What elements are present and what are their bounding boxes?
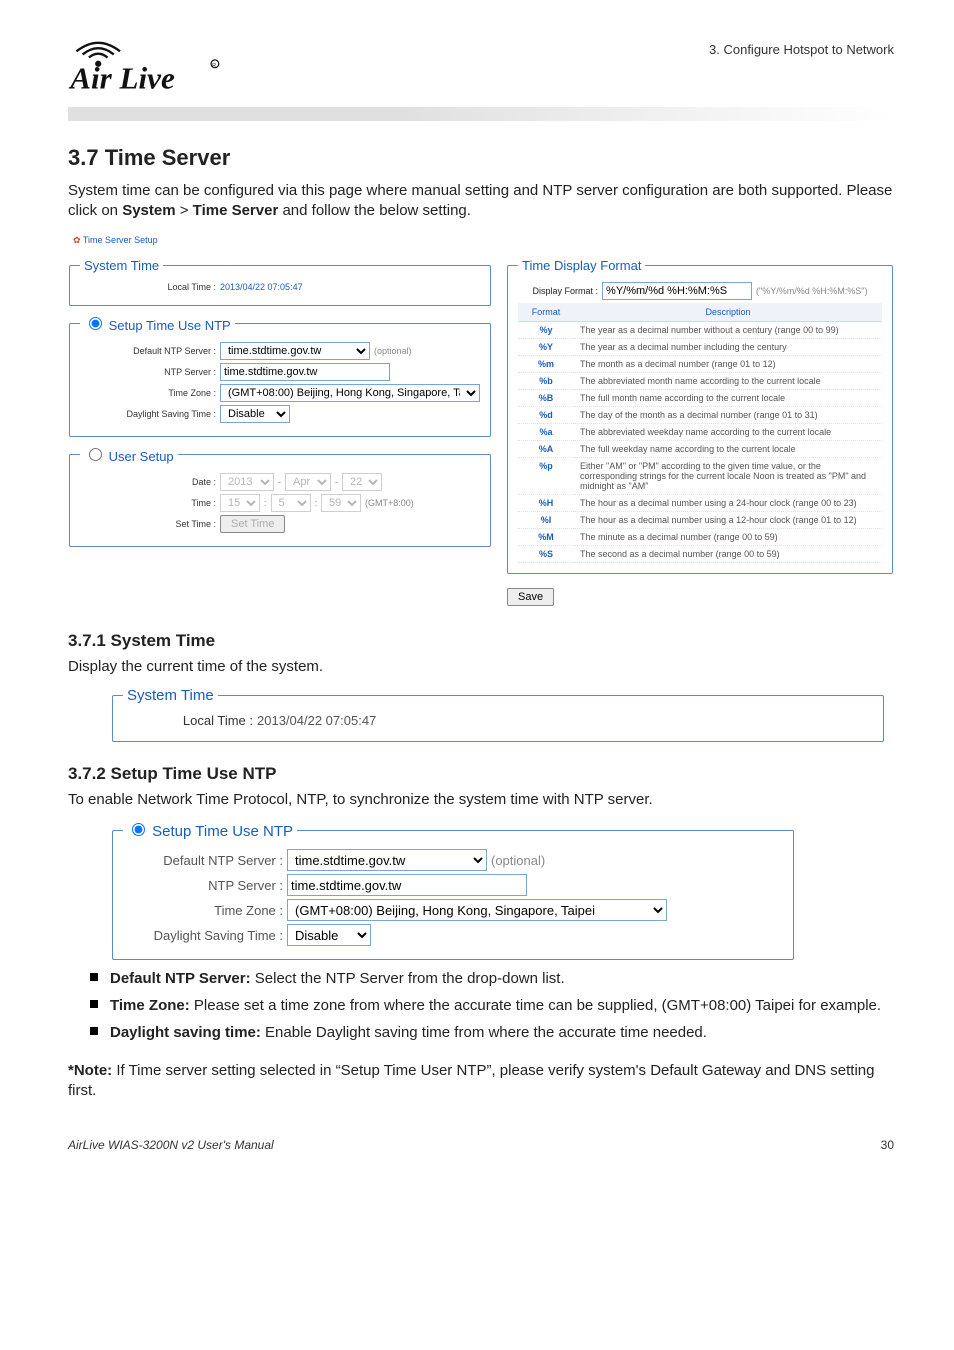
format-table: Format Description %yThe year as a decim… [518, 303, 882, 563]
time-ss[interactable]: 59 [321, 494, 361, 512]
table-row: %mThe month as a decimal number (range 0… [518, 355, 882, 372]
set-time-button[interactable]: Set Time [220, 515, 285, 533]
sub371-title: 3.7.1 System Time [68, 631, 894, 651]
s371-fieldset: System Time Local Time : 2013/04/22 07:0… [112, 687, 884, 742]
footer-left: AirLive WIAS-3200N v2 User's Manual [68, 1138, 274, 1152]
page-number: 30 [881, 1138, 894, 1152]
table-row: %YThe year as a decimal number including… [518, 338, 882, 355]
radio-user[interactable] [89, 448, 102, 461]
table-row: %HThe hour as a decimal number using a 2… [518, 494, 882, 511]
date-year[interactable]: 2013 [220, 473, 274, 491]
chapter-breadcrumb: 3. Configure Hotspot to Network [709, 20, 894, 57]
table-row: %SThe second as a decimal number (range … [518, 545, 882, 562]
table-row: %MThe minute as a decimal number (range … [518, 528, 882, 545]
s372-timezone[interactable]: (GMT+08:00) Beijing, Hong Kong, Singapor… [287, 899, 667, 921]
table-row: %dThe day of the month as a decimal numb… [518, 406, 882, 423]
time-mm[interactable]: 5 [271, 494, 311, 512]
date-month[interactable]: Apr [285, 473, 331, 491]
ntp-server-input[interactable] [220, 363, 390, 381]
s372-default-ntp[interactable]: time.stdtime.gov.tw [287, 849, 487, 871]
section-intro: System time can be configured via this p… [68, 181, 894, 222]
svg-text:R: R [212, 63, 216, 69]
fig-setup-ntp: Setup Time Use NTP Default NTP Server : … [69, 314, 491, 437]
s372-fieldset: Setup Time Use NTP Default NTP Server : … [112, 820, 794, 960]
crumb-icon: ✿ [73, 235, 81, 245]
table-row: %AThe full weekday name according to the… [518, 440, 882, 457]
s372-radio-ntp[interactable] [132, 823, 145, 836]
save-button[interactable]: Save [507, 588, 554, 606]
s372-ntp-input[interactable] [287, 874, 527, 896]
svg-text:Air Live: Air Live [68, 61, 175, 96]
timezone-select[interactable]: (GMT+08:00) Beijing, Hong Kong, Singapor… [220, 384, 480, 402]
fig-system-time: System Time Local Time : 2013/04/22 07:0… [69, 258, 491, 306]
table-row: %aThe abbreviated weekday name according… [518, 423, 882, 440]
date-day[interactable]: 22 [342, 473, 382, 491]
sub371-intro: Display the current time of the system. [68, 657, 894, 677]
fig-user-setup: User Setup Date : 2013- Apr- 22 Time : 1… [69, 445, 491, 547]
crumb-link[interactable]: Time Server Setup [83, 235, 158, 245]
fig-display-format: Time Display Format Display Format : ("%… [507, 258, 893, 574]
default-ntp-select[interactable]: time.stdtime.gov.tw [220, 342, 370, 360]
section-title: 3.7 Time Server [68, 145, 894, 171]
radio-ntp[interactable] [89, 317, 102, 330]
bullet-list: Default NTP Server: Select the NTP Serve… [90, 968, 894, 1043]
table-row: %IThe hour as a decimal number using a 1… [518, 511, 882, 528]
table-row: %bThe abbreviated month name according t… [518, 372, 882, 389]
table-row: %pEither "AM" or "PM" according to the g… [518, 457, 882, 494]
sub372-title: 3.7.2 Setup Time Use NTP [68, 764, 894, 784]
s372-dst[interactable]: Disable [287, 924, 371, 946]
sub372-intro: To enable Network Time Protocol, NTP, to… [68, 790, 894, 810]
dst-select[interactable]: Disable [220, 405, 290, 423]
display-format-input[interactable] [602, 282, 752, 300]
airlive-logo: Air Live R [68, 20, 228, 103]
table-row: %BThe full month name according to the c… [518, 389, 882, 406]
local-time-lbl: Local Time : [80, 282, 216, 292]
s371-localtime: 2013/04/22 07:05:47 [257, 713, 376, 728]
table-row: %yThe year as a decimal number without a… [518, 321, 882, 338]
note: *Note: If Time server setting selected i… [68, 1061, 894, 1102]
time-hh[interactable]: 15 [220, 494, 260, 512]
header-divider [68, 107, 894, 121]
local-time-val: 2013/04/22 07:05:47 [220, 282, 303, 292]
